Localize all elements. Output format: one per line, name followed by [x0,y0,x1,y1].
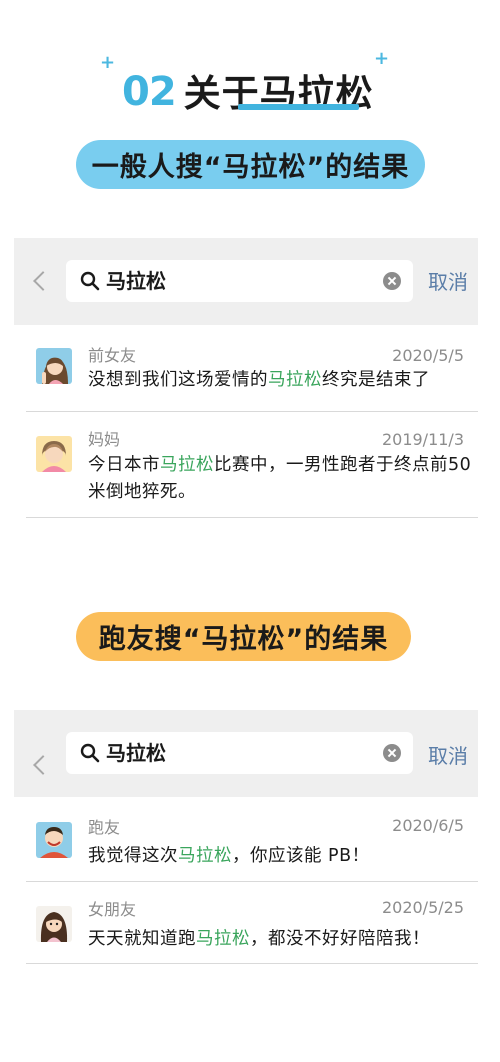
keyword-highlight: 马拉松 [178,846,232,866]
search-icon [80,743,100,763]
message-date: 2019/11/3 [381,430,464,449]
message-date: 2020/6/5 [392,816,464,835]
message-text-part: 天天就知道跑 [88,929,196,949]
message-text: 我觉得这次马拉松，你应该能 PB！ [88,843,472,870]
sender-name: 前女友 [88,346,137,365]
back-chevron-icon[interactable] [33,755,53,775]
cancel-button[interactable]: 取消 [428,744,468,768]
title-number: 02 [122,69,177,115]
message-date: 2020/5/5 [392,346,464,365]
sender-name: 妈妈 [88,430,121,449]
cancel-button[interactable]: 取消 [428,270,468,294]
list-item[interactable]: 女朋友 2020/5/25 天天就知道跑马拉松，都没不好好陪陪我！ [26,882,478,964]
list-item[interactable]: 前女友 2020/5/5 没想到我们这场爱情的马拉松终究是结束了 [26,334,478,412]
message-text-part: ，你应该能 PB！ [232,846,370,866]
clear-icon[interactable] [383,272,401,290]
message-text-part: ，都没不好好陪陪我！ [250,929,430,949]
message-date: 2020/5/25 [381,898,464,917]
runner-friend-avatar [36,822,72,858]
plus-decoration-icon: + [374,48,390,69]
mom-avatar [36,436,72,472]
search-bar: 马拉松 取消 [14,238,478,325]
section-pill-general: 一般人搜“马拉松”的结果 [76,140,425,189]
search-input[interactable]: 马拉松 [66,260,413,302]
message-text-part: 我觉得这次 [88,846,178,866]
sender-name: 跑友 [88,818,121,837]
message-text: 今日本市马拉松比赛中，一男性跑者于终点前50 米倒地猝死。 [88,452,472,506]
message-text-part: 没想到我们这场爱情的 [88,370,268,390]
search-icon [80,271,100,291]
sender-name: 女朋友 [88,900,137,919]
search-input[interactable]: 马拉松 [66,732,413,774]
list-item[interactable]: 妈妈 2019/11/3 今日本市马拉松比赛中，一男性跑者于终点前50 米倒地猝… [26,412,478,518]
message-text: 天天就知道跑马拉松，都没不好好陪陪我！ [88,926,472,953]
section-pill-runners: 跑友搜“马拉松”的结果 [76,612,411,661]
clear-icon[interactable] [383,744,401,762]
message-text: 没想到我们这场爱情的马拉松终究是结束了 [88,367,472,394]
message-text-part: 终究是结束了 [322,370,430,390]
search-query: 马拉松 [106,741,166,765]
title-underline [238,104,359,110]
search-bar: 马拉松 取消 [14,710,478,797]
keyword-highlight: 马拉松 [160,455,214,475]
ex-girlfriend-avatar [36,348,72,384]
list-item[interactable]: 跑友 2020/6/5 我觉得这次马拉松，你应该能 PB！ [26,806,478,882]
plus-decoration-icon: + [100,52,116,73]
keyword-highlight: 马拉松 [268,370,322,390]
back-chevron-icon[interactable] [33,271,53,291]
search-query: 马拉松 [106,269,166,293]
keyword-highlight: 马拉松 [196,929,250,949]
girlfriend-avatar [36,906,72,942]
message-text-part: 今日本市 [88,455,160,475]
